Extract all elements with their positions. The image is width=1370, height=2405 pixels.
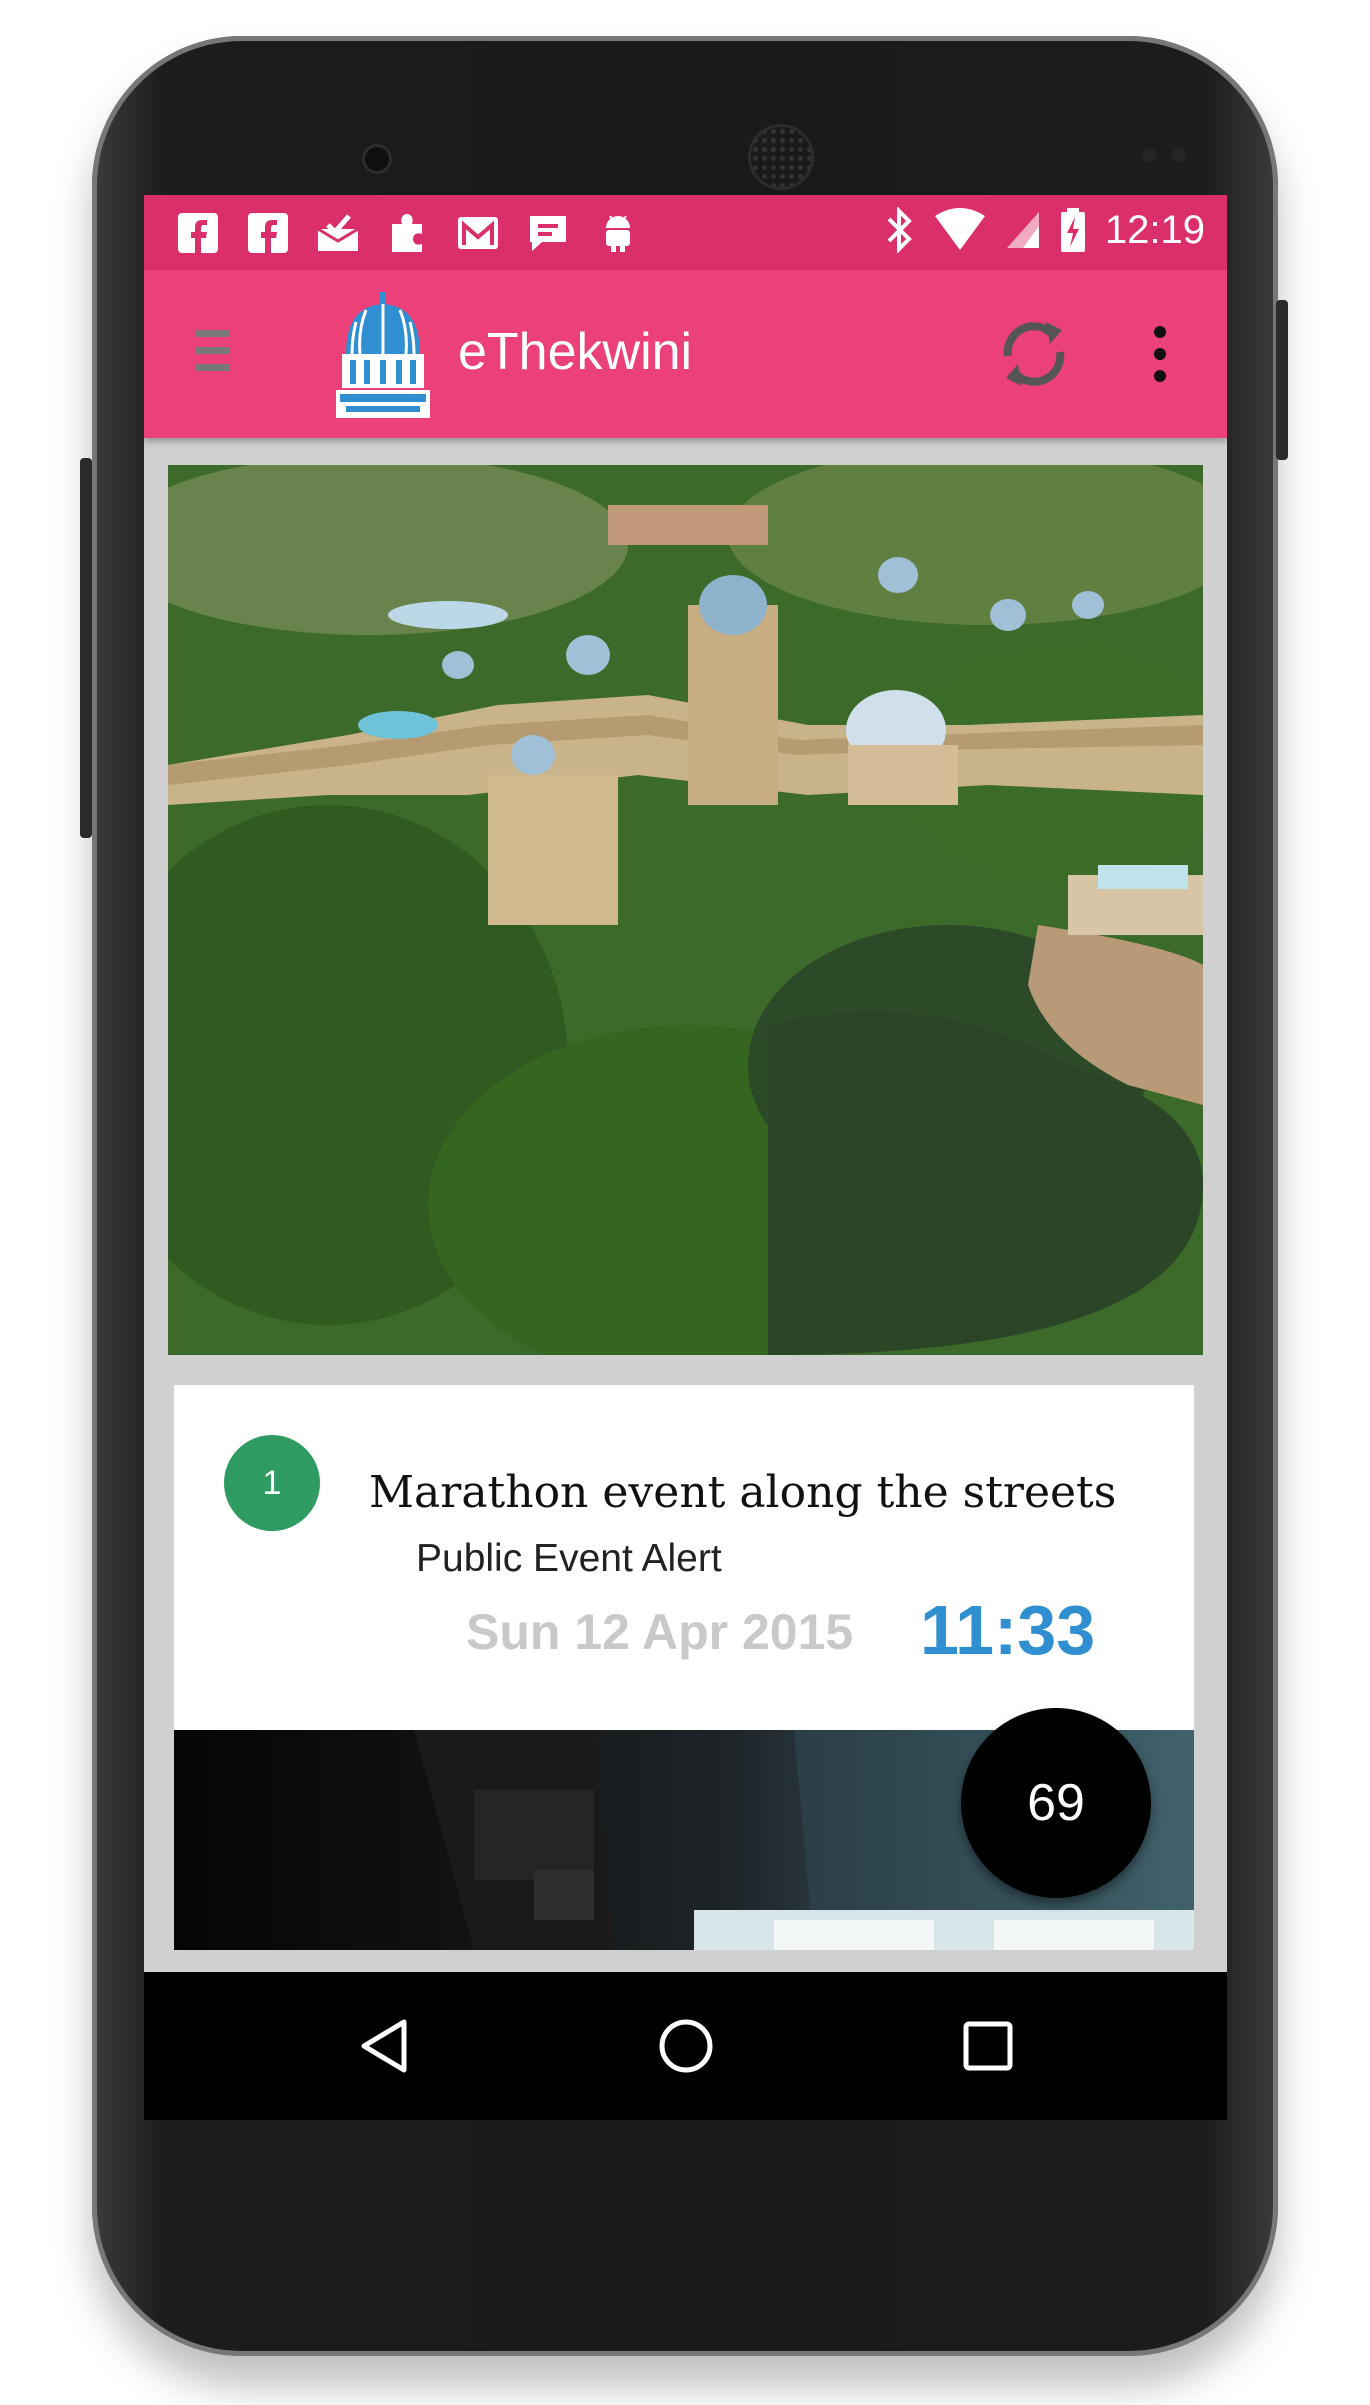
event-date: Sun 12 Apr 2015 — [466, 1604, 854, 1660]
android-icon — [594, 209, 642, 257]
event-time: 11:33 — [920, 1591, 1096, 1669]
light-sensor — [1172, 148, 1186, 162]
puzzle-icon — [384, 209, 432, 257]
event-number-badge: 1 — [224, 1435, 320, 1531]
signal-icon — [1006, 212, 1039, 248]
navigation-bar — [144, 1972, 1227, 2120]
gmail-icon — [454, 209, 502, 257]
chat-icon — [524, 209, 572, 257]
bluetooth-icon — [887, 207, 912, 253]
facebook-icon — [174, 209, 222, 257]
earpiece-speaker — [748, 124, 814, 190]
proximity-sensor — [1142, 148, 1156, 162]
volume-button — [80, 458, 92, 838]
sync-icon[interactable] — [994, 314, 1074, 394]
notification-count-fab[interactable]: 69 — [961, 1708, 1151, 1898]
event-card[interactable]: 1 Marathon event along the streets Publi… — [174, 1385, 1194, 1730]
event-photo[interactable] — [168, 465, 1203, 1355]
inbox-icon — [314, 209, 362, 257]
hamburger-menu-icon[interactable] — [196, 330, 230, 374]
screen: 12:19 eThekwini 1 Marathon event along t… — [144, 195, 1227, 2120]
power-button — [1276, 300, 1288, 460]
recent-apps-icon[interactable] — [958, 2016, 1018, 2076]
status-bar: 12:19 — [144, 195, 1227, 270]
back-icon[interactable] — [354, 2016, 414, 2076]
ethekwini-logo — [336, 290, 430, 418]
event-category: Public Event Alert — [416, 1537, 722, 1580]
facebook-icon — [244, 209, 292, 257]
more-options-icon[interactable] — [1152, 326, 1168, 382]
front-camera — [362, 144, 392, 174]
status-time: 12:19 — [1104, 207, 1205, 252]
event-title: Marathon event along the streets — [369, 1467, 1117, 1518]
app-bar: eThekwini — [144, 270, 1227, 438]
home-icon[interactable] — [656, 2016, 716, 2076]
battery-charging-icon — [1060, 208, 1085, 252]
app-title: eThekwini — [458, 323, 693, 381]
wifi-icon — [934, 208, 985, 250]
